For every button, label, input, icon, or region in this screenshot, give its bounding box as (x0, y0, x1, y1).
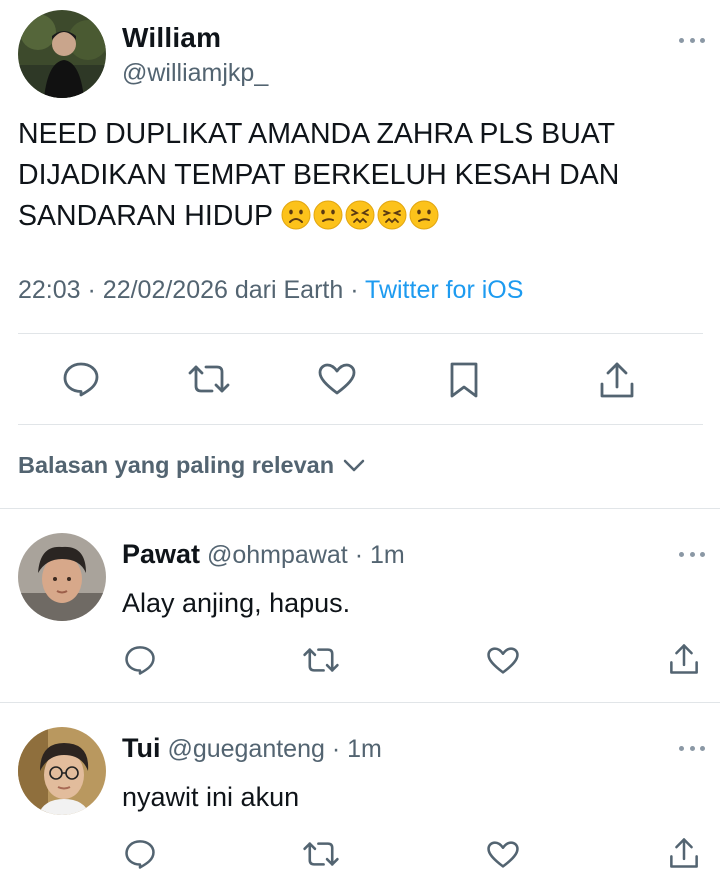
reply-button[interactable] (124, 644, 156, 676)
like-icon (487, 647, 519, 674)
like-icon (318, 363, 356, 395)
author-name[interactable]: William (122, 22, 221, 54)
sort-label: Balasan yang paling relevan (18, 452, 335, 478)
reply-item: Tui @gueganteng · 1m nyawit ini akun (0, 702, 720, 892)
reply-time: 1m (347, 735, 382, 763)
like-button[interactable] (317, 362, 357, 396)
share-button[interactable] (668, 642, 700, 676)
tweet-source-link[interactable]: Twitter for iOS (365, 276, 523, 304)
reply-button[interactable] (124, 838, 156, 870)
tweet-date: 22/02/2026 (102, 276, 228, 304)
author-handle[interactable]: @williamjkp_ (122, 59, 268, 88)
like-button[interactable] (486, 646, 520, 675)
reply-icon (125, 646, 155, 675)
reply-separator: · (354, 541, 364, 569)
confused-face-icon (409, 200, 439, 230)
share-button[interactable] (598, 360, 636, 400)
avatar[interactable] (18, 533, 106, 621)
reply-text: Alay anjing, hapus. (122, 588, 351, 618)
reply-separator: · (331, 735, 341, 763)
more-options-icon[interactable] (679, 744, 705, 752)
tweet-meta: 22:03 · 22/02/2026 dari Earth · Twitter … (18, 276, 523, 305)
retweet-icon (303, 648, 339, 672)
retweet-button[interactable] (187, 363, 231, 395)
retweet-icon (303, 842, 339, 866)
bookmark-icon (450, 362, 478, 398)
meta-separator: · (87, 276, 96, 304)
tweet-time: 22:03 (18, 276, 81, 304)
reply-time: 1m (369, 541, 405, 569)
divider (18, 424, 703, 425)
main-tweet: William @williamjkp_ NEED DUPLIKAT AMAND… (0, 0, 720, 508)
more-options-icon[interactable] (679, 550, 705, 558)
reply-icon (125, 840, 155, 869)
retweet-icon (188, 365, 230, 393)
reply-actions (0, 644, 720, 678)
reply-text: nyawit ini akun (122, 782, 300, 812)
confounded-face-icon (345, 200, 375, 230)
tweet-location: dari Earth (234, 276, 344, 304)
reply-sort-selector[interactable]: Balasan yang paling relevan (18, 452, 366, 479)
reply-actions (0, 838, 720, 872)
reply-header: Pawat @ohmpawat · 1m (122, 539, 405, 570)
share-icon (600, 362, 634, 398)
divider (18, 333, 703, 334)
reply-button[interactable] (62, 361, 100, 397)
reply-icon (63, 362, 99, 397)
share-icon (670, 838, 698, 868)
reply-author-handle[interactable]: @ohmpawat (207, 541, 348, 569)
meta-separator: · (350, 276, 359, 304)
avatar[interactable] (18, 727, 106, 815)
confused-face-icon (313, 200, 343, 230)
chevron-down-icon (343, 459, 365, 471)
reply-item: Pawat @ohmpawat · 1m Alay anjing, hapus. (0, 508, 720, 702)
avatar[interactable] (18, 10, 106, 98)
tweet-text: NEED DUPLIKAT AMANDA ZAHRA PLS BUAT DIJA… (18, 114, 698, 237)
like-icon (487, 841, 519, 868)
reply-author-handle[interactable]: @gueganteng (167, 735, 324, 763)
share-icon (670, 644, 698, 674)
reply-header: Tui @gueganteng · 1m (122, 733, 382, 764)
like-button[interactable] (486, 840, 520, 869)
frowning-face-icon (281, 200, 311, 230)
share-button[interactable] (668, 836, 700, 870)
reply-author-name[interactable]: Tui (122, 733, 160, 763)
retweet-button[interactable] (302, 840, 340, 868)
reply-author-name[interactable]: Pawat (122, 539, 200, 569)
retweet-button[interactable] (302, 646, 340, 674)
emoji-row (281, 200, 439, 230)
confounded-face-icon (377, 200, 407, 230)
bookmark-button[interactable] (448, 361, 480, 399)
more-options-icon[interactable] (679, 36, 705, 44)
